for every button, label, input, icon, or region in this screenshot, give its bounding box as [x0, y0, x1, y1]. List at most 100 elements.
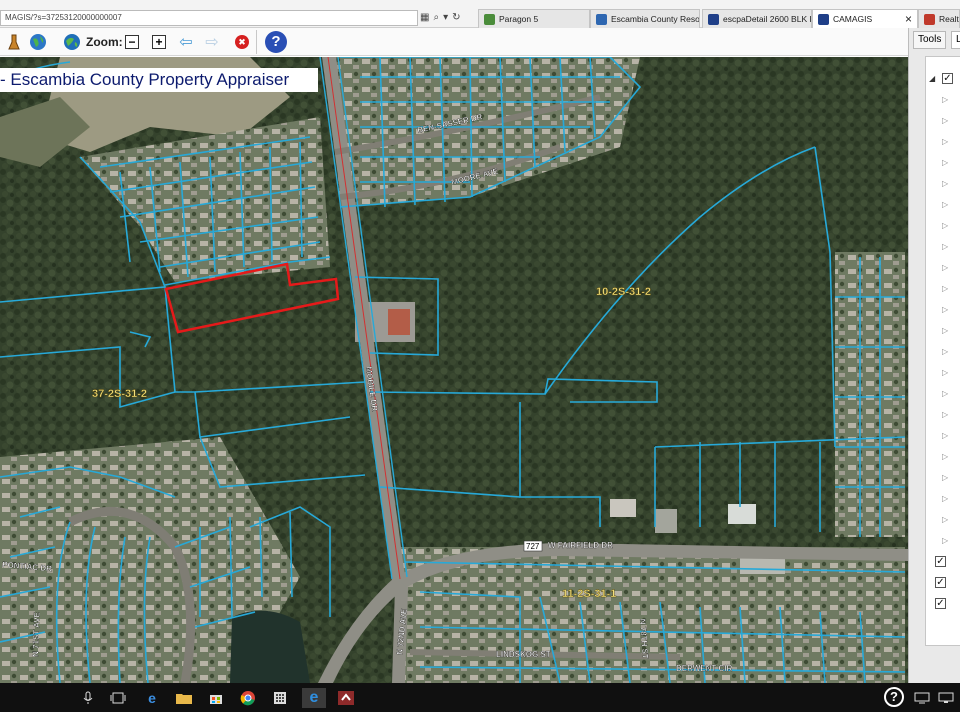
tab-realtor[interactable]: Realto — [918, 9, 960, 28]
back-arrow-icon[interactable]: ⇦ — [176, 32, 196, 52]
layer-checkbox[interactable]: ✓ — [935, 556, 946, 567]
stop-button[interactable]: ✖ — [232, 32, 252, 52]
identify-tool-icon[interactable] — [4, 32, 24, 52]
refresh-icon[interactable]: ↻ — [452, 10, 460, 26]
layer-row[interactable]: ◢ ✓ — [926, 69, 960, 90]
layer-row[interactable]: ✓ — [926, 573, 960, 594]
layer-row[interactable]: ▷ — [926, 258, 960, 279]
network-icon[interactable] — [912, 688, 932, 708]
aerial-map[interactable]: BEN-SASSER DR MOORE AVE W FAIRFIELD DR L… — [0, 57, 908, 683]
collapsed-arrow-icon[interactable]: ▷ — [942, 221, 948, 230]
collapsed-arrow-icon[interactable]: ▷ — [942, 536, 948, 545]
layer-row[interactable]: ▷ — [926, 384, 960, 405]
layer-checkbox[interactable]: ✓ — [935, 598, 946, 609]
zoom-in-button[interactable]: + — [152, 35, 166, 49]
internet-explorer-icon[interactable]: e — [302, 688, 326, 708]
collapsed-arrow-icon[interactable]: ▷ — [942, 515, 948, 524]
forward-arrow-icon[interactable]: ⇨ — [202, 32, 222, 52]
microphone-icon[interactable] — [78, 688, 98, 708]
tab-layers[interactable]: La — [951, 31, 960, 49]
layer-row[interactable]: ▷ — [926, 132, 960, 153]
collapsed-arrow-icon[interactable]: ▷ — [942, 242, 948, 251]
layer-row[interactable]: ▷ — [926, 174, 960, 195]
layer-row[interactable]: ▷ — [926, 237, 960, 258]
section-label-11: 11-2S-31-1 — [562, 588, 616, 600]
collapsed-arrow-icon[interactable]: ▷ — [942, 263, 948, 272]
address-bar[interactable]: MAGIS/?s=37253120000000007 — [0, 10, 418, 26]
collapsed-arrow-icon[interactable]: ▷ — [942, 347, 948, 356]
camagis-tab-icon — [818, 14, 829, 25]
escambia-tab-icon — [596, 14, 607, 25]
collapsed-arrow-icon[interactable]: ▷ — [942, 95, 948, 104]
layer-row[interactable]: ▷ — [926, 510, 960, 531]
edge-icon[interactable]: e — [142, 688, 162, 708]
collapsed-arrow-icon[interactable]: ▷ — [942, 410, 948, 419]
layer-row[interactable]: ▷ — [926, 195, 960, 216]
street-label-fairfield: W FAIRFIELD DR — [548, 541, 613, 550]
realtor-tab-icon — [924, 14, 935, 25]
help-taskbar-icon[interactable]: ? — [884, 687, 904, 707]
layer-row[interactable]: ✓ — [926, 594, 960, 615]
layer-row[interactable]: ▷ — [926, 279, 960, 300]
file-explorer-icon[interactable] — [174, 688, 194, 708]
collapsed-arrow-icon[interactable]: ▷ — [942, 284, 948, 293]
layer-checkbox[interactable]: ✓ — [942, 73, 953, 84]
world-icon[interactable] — [62, 32, 82, 52]
tab-escambia-resources[interactable]: Escambia County Resou... — [590, 9, 700, 28]
collapsed-arrow-icon[interactable]: ▷ — [942, 452, 948, 461]
layer-row[interactable]: ▷ — [926, 300, 960, 321]
layer-row[interactable]: ▷ — [926, 321, 960, 342]
collapsed-arrow-icon[interactable]: ▷ — [942, 326, 948, 335]
expanded-arrow-icon[interactable]: ◢ — [929, 74, 935, 83]
layer-row[interactable]: ▷ — [926, 216, 960, 237]
layer-row[interactable]: ▷ — [926, 342, 960, 363]
layer-row[interactable]: ▷ — [926, 153, 960, 174]
close-tab-icon[interactable]: × — [905, 12, 912, 26]
app-toolbar: Zoom: − + ⇦ ⇨ ✖ ? — [0, 28, 960, 56]
paragon-tab-icon — [484, 14, 495, 25]
street-label-lindskog: LINDSKOG ST — [496, 650, 551, 659]
layer-row[interactable]: ▷ — [926, 90, 960, 111]
tab-tools[interactable]: Tools — [913, 31, 947, 49]
display-icon[interactable] — [936, 688, 956, 708]
page-title: - Escambia County Property Appraiser — [0, 68, 318, 92]
map-view[interactable]: BEN-SASSER DR MOORE AVE W FAIRFIELD DR L… — [0, 57, 908, 683]
collapsed-arrow-icon[interactable]: ▷ — [942, 431, 948, 440]
collapsed-arrow-icon[interactable]: ▷ — [942, 368, 948, 377]
collapsed-arrow-icon[interactable]: ▷ — [942, 494, 948, 503]
remote-app-icon[interactable] — [336, 688, 356, 708]
collapsed-arrow-icon[interactable]: ▷ — [942, 116, 948, 125]
section-label-37: 37-2S-31-2 — [92, 388, 147, 400]
toolbar-divider — [256, 30, 257, 54]
tab-escpa-detail[interactable]: escpaDetail 2600 BLK PA... — [702, 9, 812, 28]
chrome-icon[interactable] — [238, 688, 258, 708]
help-button[interactable]: ? — [265, 31, 287, 53]
collapsed-arrow-icon[interactable]: ▷ — [942, 473, 948, 482]
tab-camagis[interactable]: CAMAGIS × — [812, 9, 918, 28]
layer-checkbox[interactable]: ✓ — [935, 577, 946, 588]
layer-row[interactable]: ▷ — [926, 426, 960, 447]
collapsed-arrow-icon[interactable]: ▷ — [942, 158, 948, 167]
globe-icon[interactable] — [28, 32, 48, 52]
task-view-icon[interactable] — [108, 688, 128, 708]
layer-row[interactable]: ▷ — [926, 447, 960, 468]
layer-row[interactable]: ✓ — [926, 552, 960, 573]
collapsed-arrow-icon[interactable]: ▷ — [942, 200, 948, 209]
layer-row[interactable]: ▷ — [926, 468, 960, 489]
collapsed-arrow-icon[interactable]: ▷ — [942, 137, 948, 146]
dropdown-icon[interactable]: ▾ — [443, 10, 448, 26]
layer-row[interactable]: ▷ — [926, 111, 960, 132]
layer-row[interactable]: ▷ — [926, 531, 960, 552]
site-icon[interactable]: ▦ — [420, 10, 429, 26]
store-icon[interactable] — [206, 688, 226, 708]
zoom-out-button[interactable]: − — [125, 35, 139, 49]
layer-row[interactable]: ▷ — [926, 363, 960, 384]
layer-row[interactable]: ▷ — [926, 489, 960, 510]
tab-paragon[interactable]: Paragon 5 — [478, 9, 590, 28]
calculator-icon[interactable] — [270, 688, 290, 708]
collapsed-arrow-icon[interactable]: ▷ — [942, 389, 948, 398]
search-icon[interactable]: ⌕ — [433, 10, 439, 26]
collapsed-arrow-icon[interactable]: ▷ — [942, 179, 948, 188]
layer-row[interactable]: ▷ — [926, 405, 960, 426]
collapsed-arrow-icon[interactable]: ▷ — [942, 305, 948, 314]
